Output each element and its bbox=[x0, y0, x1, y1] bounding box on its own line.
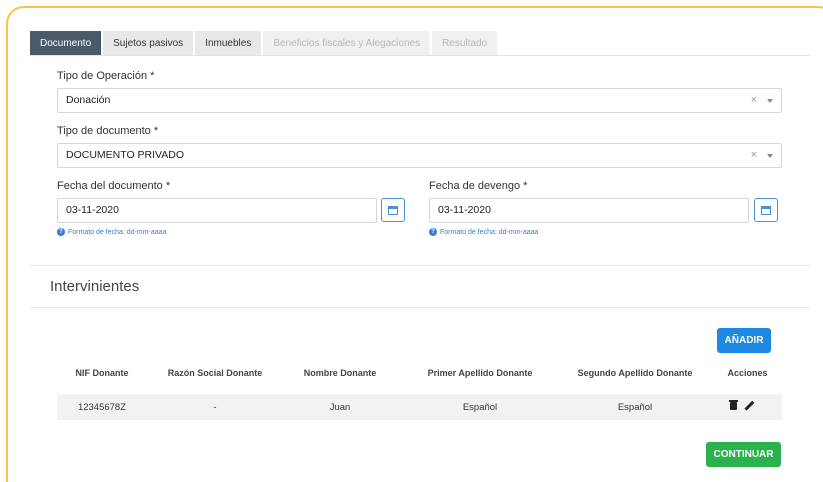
continue-button[interactable]: CONTINUAR bbox=[706, 442, 781, 467]
tab-sujetos-pasivos[interactable]: Sujetos pasivos bbox=[103, 31, 194, 56]
cell-nif: 12345678Z bbox=[77, 402, 127, 413]
column-header-acciones: Acciones bbox=[727, 368, 768, 378]
fecha-devengo-label: Fecha de devengo * bbox=[429, 180, 528, 192]
tab-inmuebles[interactable]: Inmuebles bbox=[195, 31, 262, 56]
tab-resultado: Resultado bbox=[432, 31, 498, 56]
fecha-documento-calendar-button[interactable] bbox=[381, 198, 405, 222]
cell-razon-social: - bbox=[213, 402, 217, 413]
question-circle-icon: ? bbox=[429, 228, 437, 236]
column-header-razon-social: Razón Social Donante bbox=[167, 368, 263, 378]
tab-underline bbox=[30, 55, 810, 56]
trash-icon[interactable] bbox=[729, 400, 738, 410]
fecha-documento-label: Fecha del documento * bbox=[57, 180, 171, 192]
intervinientes-title: Intervinientes bbox=[50, 278, 140, 295]
column-header-primer-apellido: Primer Apellido Donante bbox=[427, 368, 533, 378]
tab-documento[interactable]: Documento bbox=[30, 31, 102, 56]
section-divider bbox=[30, 265, 810, 266]
fecha-devengo-hint: ? Formato de fecha: dd-mm-aaaa bbox=[429, 228, 538, 236]
date-format-hint: Formato de fecha: dd-mm-aaaa bbox=[68, 228, 167, 236]
column-header-nombre: Nombre Donante bbox=[303, 368, 377, 378]
fecha-devengo-calendar-button[interactable] bbox=[754, 198, 778, 222]
calendar-icon bbox=[388, 205, 398, 215]
question-circle-icon: ? bbox=[57, 228, 65, 236]
tipo-documento-value: DOCUMENTO PRIVADO bbox=[66, 149, 185, 161]
calendar-icon bbox=[761, 205, 771, 215]
add-button[interactable]: AÑADIR bbox=[717, 328, 771, 353]
tipo-documento-label: Tipo de documento * bbox=[57, 125, 159, 137]
date-format-hint: Formato de fecha: dd-mm-aaaa bbox=[440, 228, 539, 236]
column-header-nif: NIF Donante bbox=[75, 368, 129, 378]
cell-nombre: Juan bbox=[329, 402, 351, 413]
cell-primer-apellido: Español bbox=[462, 402, 498, 413]
fecha-documento-input[interactable]: 03-11-2020 bbox=[57, 198, 377, 223]
tab-beneficios-fiscales: Beneficios fiscales y Alegaciones bbox=[263, 31, 431, 56]
tab-bar: Documento Sujetos pasivos Inmuebles Bene… bbox=[30, 31, 499, 56]
cell-segundo-apellido: Español bbox=[617, 402, 653, 413]
column-header-segundo-apellido: Segundo Apellido Donante bbox=[577, 368, 693, 378]
tipo-operacion-label: Tipo de Operación * bbox=[57, 70, 155, 82]
clear-icon[interactable]: × bbox=[751, 144, 757, 167]
tipo-operacion-select[interactable]: Donación × bbox=[57, 88, 782, 113]
tipo-documento-select[interactable]: DOCUMENTO PRIVADO × bbox=[57, 143, 782, 168]
chevron-down-icon[interactable] bbox=[767, 154, 773, 158]
tipo-operacion-value: Donación bbox=[66, 94, 111, 106]
section-divider bbox=[30, 307, 810, 308]
chevron-down-icon[interactable] bbox=[767, 99, 773, 103]
fecha-documento-hint: ? Formato de fecha: dd-mm-aaaa bbox=[57, 228, 166, 236]
clear-icon[interactable]: × bbox=[751, 89, 757, 112]
fecha-devengo-input[interactable]: 03-11-2020 bbox=[429, 198, 749, 223]
